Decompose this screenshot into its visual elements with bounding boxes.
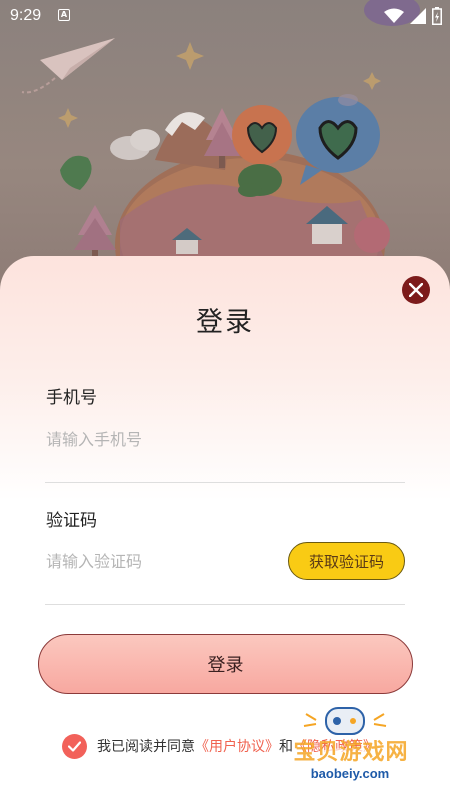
heart-bubble-icon (296, 97, 380, 185)
login-button[interactable]: 登录 (38, 634, 413, 694)
status-bar: 9:29 A (0, 0, 450, 32)
agreement-prefix: 我已阅读并同意 (97, 739, 195, 755)
phone-input[interactable] (46, 424, 276, 454)
phone-label: 手机号 (46, 388, 97, 408)
get-code-button[interactable]: 获取验证码 (288, 542, 405, 580)
code-label: 验证码 (46, 511, 97, 531)
code-divider (45, 604, 405, 605)
phone-divider (45, 482, 405, 483)
agreement-checkbox[interactable] (62, 733, 87, 759)
user-agreement-link[interactable]: 《用户协议》 (195, 736, 279, 756)
hero-illustration (0, 0, 450, 300)
code-input[interactable] (46, 546, 276, 576)
a-icon: A (58, 9, 70, 21)
watermark-url: baobeiy.com (310, 766, 390, 781)
close-button[interactable] (402, 276, 430, 304)
status-icons (384, 6, 442, 26)
close-icon (409, 283, 423, 297)
signal-icon (410, 8, 426, 24)
paper-plane-icon (21, 38, 115, 94)
watermark-title: 宝贝游戏网 (293, 740, 409, 765)
battery-charging-icon (432, 7, 442, 25)
check-icon (68, 740, 81, 752)
page-title: 登录 (196, 307, 254, 338)
hero-scene (21, 0, 420, 300)
wifi-icon (384, 8, 404, 23)
status-time: 9:29 (10, 7, 42, 24)
